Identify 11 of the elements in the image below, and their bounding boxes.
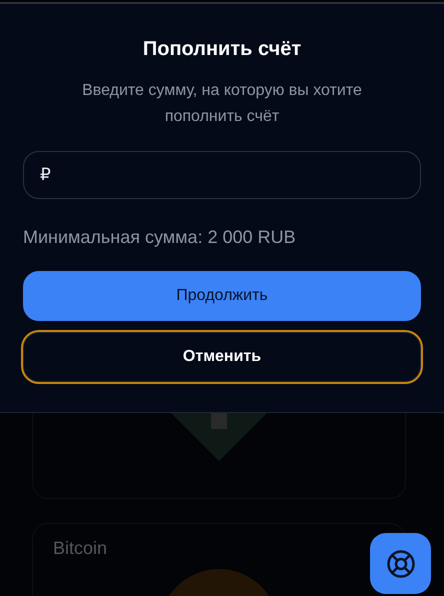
dialog-subtitle: Введите сумму, на которую вы хотите пополнить счёт bbox=[81, 81, 363, 127]
card-title: Bitcoin bbox=[53, 538, 108, 559]
minimum-note: Минимальная сумма: 2 000 RUB bbox=[23, 227, 297, 248]
lifebuoy-icon bbox=[386, 548, 416, 578]
continue-button[interactable]: Продолжить bbox=[23, 271, 421, 321]
cancel-button[interactable]: Отменить bbox=[23, 332, 421, 382]
amount-field[interactable]: ₽ bbox=[23, 151, 421, 199]
ruble-prefix: ₽ bbox=[40, 165, 51, 185]
triangle-icon bbox=[171, 413, 267, 461]
dialog-title: Пополнить счёт bbox=[142, 38, 302, 61]
help-button[interactable] bbox=[370, 533, 431, 594]
